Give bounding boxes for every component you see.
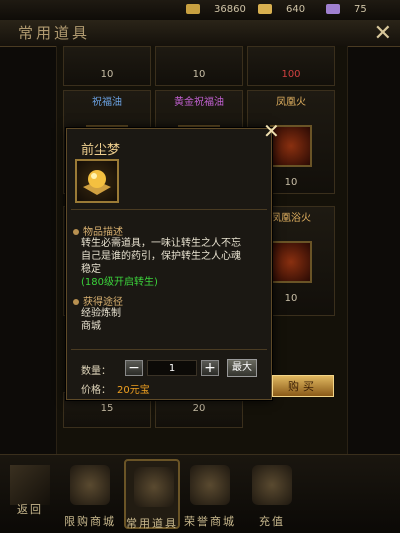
recharge-icon (252, 465, 292, 505)
tab-honor-shop[interactable]: 荣誉商城 (182, 459, 238, 529)
item-detail-popup: 前尘梦 物品描述 转生必需道具，一味让转生之人不忘 自己是谁的药引，保护转生之人… (66, 119, 280, 400)
grid-cell[interactable]: 10 (155, 46, 243, 86)
currency-bar: 36860 640 75 (0, 0, 400, 21)
grid-cell[interactable]: 100 (247, 46, 335, 86)
tab-common-items[interactable]: 常用道具 (124, 459, 180, 530)
tab-recharge[interactable]: 充值 (244, 459, 300, 529)
phoenix-rebirth-icon (270, 241, 312, 283)
source-line: 经验炼制 (81, 308, 121, 319)
quantity-input[interactable]: 1 (147, 360, 197, 376)
description-line: 稳定 (81, 264, 101, 275)
divider (71, 349, 267, 350)
ingot-icon (258, 4, 272, 14)
back-arrow-icon (10, 465, 50, 505)
currency-coins: 36860 (186, 3, 246, 17)
decrease-button[interactable]: − (125, 360, 143, 376)
quantity-label: 数量： (81, 366, 111, 377)
buy-button[interactable]: 购买 (272, 375, 334, 397)
source-heading: 获得途径 (73, 293, 123, 308)
back-button[interactable]: 返回 (2, 459, 58, 529)
coin-icon (186, 4, 200, 14)
grid-cell[interactable]: 10 (63, 46, 151, 86)
close-icon[interactable]: ✕ (374, 21, 392, 46)
honor-shop-icon (190, 465, 230, 505)
tab-limited-shop[interactable]: 限购商城 (62, 459, 118, 529)
common-items-icon (134, 467, 174, 507)
limited-shop-icon (70, 465, 110, 505)
bullet-icon (73, 229, 79, 235)
source-line: 商城 (81, 321, 101, 332)
item-name: 前尘梦 (81, 143, 121, 158)
max-button[interactable]: 最大 (227, 359, 257, 377)
popup-close-icon[interactable]: ✕ (263, 119, 280, 143)
item-icon-slot (75, 159, 119, 203)
description-line: 转生必需道具，一味让转生之人不忘 (81, 238, 241, 249)
currency-gems: 75 (326, 3, 367, 17)
price-label: 价格： (81, 385, 111, 396)
level-requirement: (180级开启转生) (81, 277, 158, 288)
description-line: 自己是谁的药引，保护转生之人心魂 (81, 251, 241, 262)
currency-ingots: 640 (258, 3, 305, 17)
description-heading: 物品描述 (73, 223, 123, 238)
increase-button[interactable]: + (201, 360, 219, 376)
bullet-icon (73, 299, 79, 305)
bottom-nav: 返回 限购商城 常用道具 荣誉商城 充值 (0, 454, 400, 533)
page-title: 常用道具 (18, 24, 91, 42)
gem-icon (326, 4, 340, 14)
price-value: 20元宝 (117, 385, 150, 396)
dream-pearl-icon (83, 170, 111, 195)
divider (71, 209, 267, 210)
title-bar: 常用道具 ✕ (0, 20, 400, 47)
